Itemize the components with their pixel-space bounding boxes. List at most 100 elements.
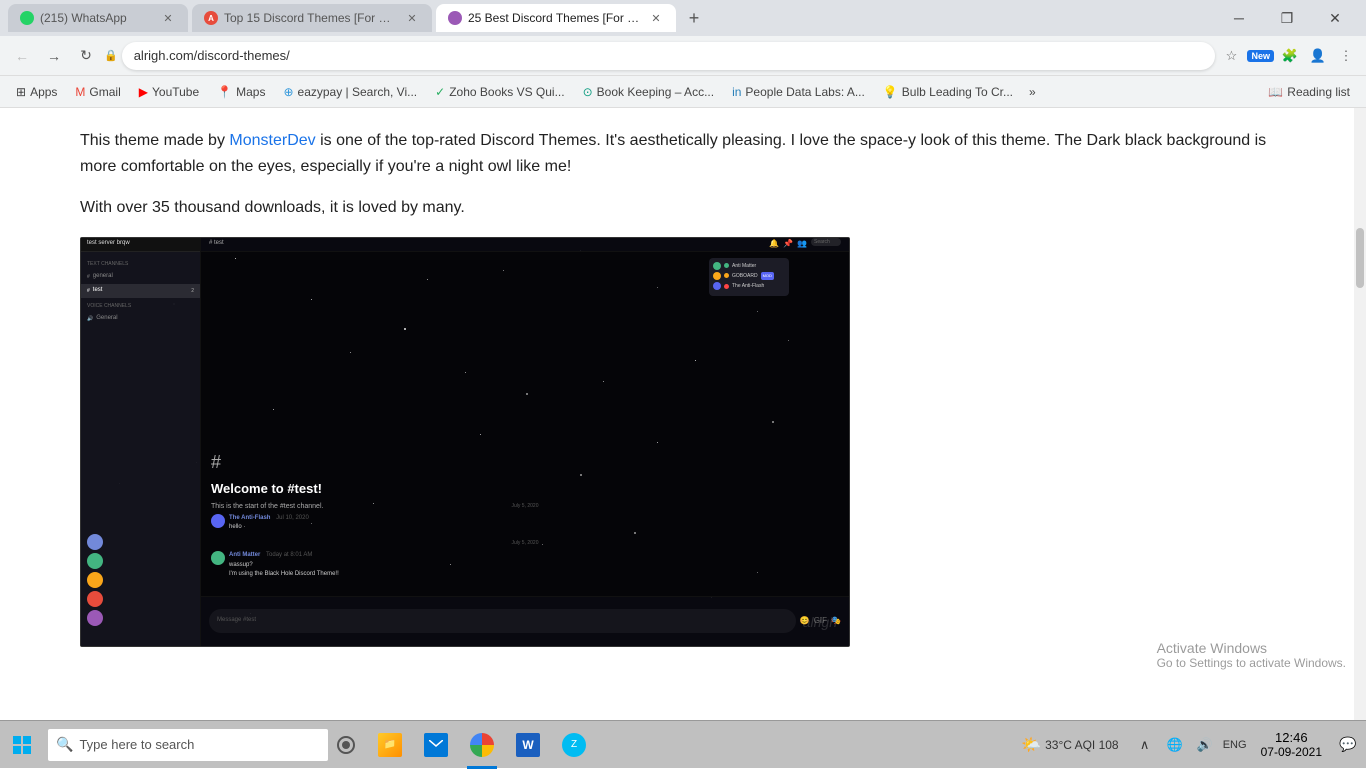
profile-icon[interactable]: 👤 — [1306, 44, 1330, 68]
taskbar-weather-text: 33°C AQI 108 — [1045, 738, 1119, 752]
content-area: This theme made by MonsterDev is one of … — [0, 108, 1366, 720]
sidebar-avatar-1 — [87, 534, 103, 550]
discord-message-input: Message #test — [209, 609, 796, 633]
taskbar-ms-teams[interactable]: Z — [552, 721, 596, 769]
paragraph-1-prefix: This theme made by — [80, 132, 229, 149]
activate-windows-subtitle: Go to Settings to activate Windows. — [1157, 656, 1346, 670]
hash-icon-test: # — [87, 287, 90, 295]
minimize-button[interactable]: ─ — [1216, 0, 1262, 36]
bookmark-maps-label: Maps — [236, 85, 265, 99]
close-button[interactable]: ✕ — [1312, 0, 1358, 36]
scrollbar-thumb[interactable] — [1356, 228, 1364, 288]
taskbar-chrome[interactable] — [460, 721, 504, 769]
address-icons: ☆ New 🧩 👤 ⋮ — [1219, 44, 1358, 68]
user3-name: The Anti-Flash — [732, 282, 764, 290]
msg1-content: The Anti-Flash Jul 10, 2020 hello · — [229, 514, 839, 533]
discord-messages: July 5, 2020 The Anti-Flash Jul 10, 2020… — [201, 502, 849, 586]
msg2-text: wassup? — [229, 561, 839, 571]
bookmark-gmail[interactable]: M Gmail — [67, 81, 128, 103]
bookmarks-more-button[interactable]: » — [1023, 81, 1042, 103]
speaker-icon: 🔊 — [87, 315, 93, 323]
user3-status-dot — [724, 284, 729, 289]
reading-list-button[interactable]: 📖 Reading list — [1260, 81, 1358, 103]
taskbar-chevron-icon[interactable]: ∧ — [1131, 721, 1159, 769]
bookmark-maps[interactable]: 📍 Maps — [209, 81, 273, 103]
taskbar-volume-icon[interactable]: 🔊 — [1191, 721, 1219, 769]
tab-top15-close[interactable]: ✕ — [404, 10, 420, 26]
maximize-button[interactable]: ❐ — [1264, 0, 1310, 36]
cortana-button[interactable] — [328, 727, 364, 763]
refresh-button[interactable]: ↻ — [72, 42, 100, 70]
taskbar-word[interactable]: W — [506, 721, 550, 769]
page-content: This theme made by MonsterDev is one of … — [0, 108, 1354, 720]
tab-best25[interactable]: 25 Best Discord Themes [For Bet... ✕ — [436, 4, 676, 32]
start-button[interactable] — [0, 721, 44, 769]
discord-message-2: Anti Matter Today at 8:01 AM wassup? I'm… — [211, 551, 839, 580]
voice-general-label: General — [96, 314, 117, 324]
channel-hash-icon: # test — [209, 239, 224, 249]
reading-list-label: Reading list — [1287, 85, 1350, 99]
scrollbar-track[interactable] — [1354, 108, 1366, 720]
forward-button[interactable]: → — [40, 42, 68, 70]
taskbar-notification-icon[interactable]: 💬 — [1330, 721, 1366, 769]
monsterdev-link[interactable]: MonsterDev — [229, 132, 315, 149]
menu-icon[interactable]: ⋮ — [1334, 44, 1358, 68]
user-panel-item-2: GOBOARD MOD — [713, 272, 785, 280]
test-channel-label: test — [93, 286, 103, 296]
file-explorer-icon: 📁 — [378, 733, 402, 757]
msg2-name: Anti Matter Today at 8:01 AM — [229, 551, 839, 561]
user1-avatar — [713, 262, 721, 270]
bookmark-zoho[interactable]: ✓ Zoho Books VS Qui... — [427, 81, 572, 103]
address-input[interactable] — [122, 42, 1216, 70]
taskbar-mail[interactable] — [414, 721, 458, 769]
taskbar: 🔍 Type here to search 📁 — [0, 720, 1366, 768]
bookmark-youtube[interactable]: ▶ YouTube — [131, 81, 207, 103]
tab-top15[interactable]: A Top 15 Discord Themes [For Bett... ✕ — [192, 4, 432, 32]
discord-search-mini: Search — [811, 238, 841, 246]
taskbar-search-box[interactable]: 🔍 Type here to search — [48, 729, 328, 761]
bookkeeping-icon: ⊙ — [583, 85, 593, 99]
msg1-text: hello · — [229, 523, 839, 533]
bookmark-bulb-label: Bulb Leading To Cr... — [902, 85, 1013, 99]
extensions-icon[interactable]: 🧩 — [1278, 44, 1302, 68]
discord-header-icon-pin: 📌 — [783, 238, 793, 251]
sidebar-avatar-5 — [87, 610, 103, 626]
taskbar-date: 07-09-2021 — [1261, 745, 1322, 759]
tab-whatsapp-close[interactable]: ✕ — [160, 10, 176, 26]
taskbar-network-icon[interactable]: 🌐 — [1161, 721, 1189, 769]
title-bar: (215) WhatsApp ✕ A Top 15 Discord Themes… — [0, 0, 1366, 36]
discord-server-name: test server brqw — [87, 239, 130, 249]
tab-best25-close[interactable]: ✕ — [648, 10, 664, 26]
tab-whatsapp[interactable]: (215) WhatsApp ✕ — [8, 4, 188, 32]
new-tab-button[interactable]: + — [680, 4, 708, 32]
bookmark-peopledata[interactable]: in People Data Labs: A... — [724, 81, 873, 103]
hash-icon-general: # — [87, 273, 90, 281]
ms-teams-icon: Z — [562, 733, 586, 757]
gmail-icon: M — [75, 85, 85, 99]
discord-welcome-title: Welcome to #test! — [211, 479, 323, 500]
back-button[interactable]: ← — [8, 42, 36, 70]
activate-windows-overlay: Activate Windows Go to Settings to activ… — [1157, 640, 1346, 670]
msg2-content: Anti Matter Today at 8:01 AM wassup? I'm… — [229, 551, 839, 580]
bookmark-bulb[interactable]: 💡 Bulb Leading To Cr... — [875, 81, 1021, 103]
discord-voice-channels-label: VOICE CHANNELS — [81, 298, 200, 312]
bookmark-bookkeeping[interactable]: ⊙ Book Keeping – Acc... — [575, 81, 722, 103]
bookmark-eazypay[interactable]: ⊕ eazypay | Search, Vi... — [275, 81, 425, 103]
bookmark-apps-label: Apps — [30, 85, 57, 99]
activate-windows-title: Activate Windows — [1157, 640, 1346, 656]
best25-favicon — [448, 11, 462, 25]
taskbar-weather[interactable]: 🌤️ 33°C AQI 108 — [1013, 735, 1126, 755]
discord-input-placeholder: Message #test — [217, 616, 256, 626]
taskbar-system-tray: 🌤️ 33°C AQI 108 ∧ 🌐 🔊 ENG 12:46 07-09-20… — [1013, 721, 1366, 769]
discord-general-channel: # general — [81, 270, 200, 284]
bookmark-apps[interactable]: ⊞ Apps — [8, 81, 65, 103]
bookmark-star-icon[interactable]: ☆ — [1219, 44, 1243, 68]
discord-user-panel: Anti Matter GOBOARD MOD The Anti-Flash — [709, 258, 789, 296]
taskbar-clock[interactable]: 12:46 07-09-2021 — [1253, 721, 1330, 769]
browser-window: (215) WhatsApp ✕ A Top 15 Discord Themes… — [0, 0, 1366, 768]
general-channel-label: general — [93, 272, 113, 282]
taskbar-file-explorer[interactable]: 📁 — [368, 721, 412, 769]
taskbar-language[interactable]: ENG — [1221, 721, 1249, 769]
whatsapp-favicon — [20, 11, 34, 25]
lock-icon: 🔒 — [104, 49, 118, 62]
